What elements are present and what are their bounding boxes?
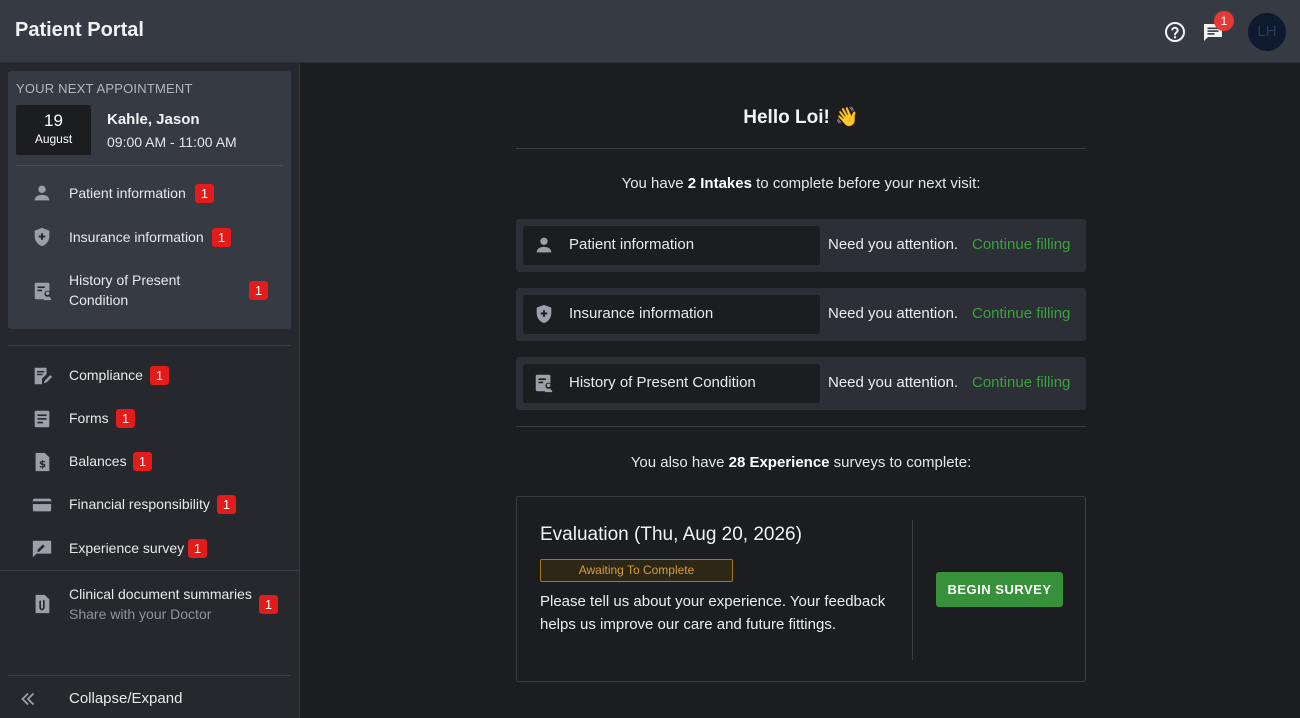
credit-card-icon (32, 498, 52, 512)
sidebar-item-sublabel: Share with your Doctor (69, 606, 212, 622)
avatar[interactable]: LH (1248, 13, 1286, 51)
count-badge: 1 (259, 595, 278, 614)
divider (8, 345, 291, 346)
main-content: Hello Loi! 👋 You have 2 Intakes to compl… (301, 63, 1300, 718)
count-badge: 1 (249, 281, 268, 300)
sidebar-item-label: History of Present Condition (69, 272, 181, 308)
double-chevron-left-icon (21, 692, 35, 706)
intakes-summary: You have 2 Intakes to complete before yo… (301, 175, 1300, 192)
sidebar-item-insurance-information[interactable]: Insurance information 1 (0, 214, 290, 258)
doctor-name: Kahle, Jason (107, 111, 200, 128)
shield-icon (536, 304, 552, 324)
surveys-summary-after: surveys to complete: (829, 454, 972, 471)
person-icon (536, 237, 552, 253)
sidebar-item-label: Compliance (69, 367, 143, 383)
begin-survey-button[interactable]: BEGIN SURVEY (936, 572, 1063, 607)
top-bar: Patient Portal 1 LH (0, 0, 1300, 63)
dollar-icon: $ (35, 452, 50, 472)
sidebar-item-label: Forms (69, 410, 109, 426)
feedback-icon (32, 540, 52, 558)
appointment-month: August (34, 132, 73, 146)
sidebar-item-label: Balances (69, 453, 127, 469)
clinical-history-icon (34, 282, 52, 301)
sidebar-item-history-of-present-condition[interactable]: History of Present Condition 1 (0, 263, 290, 319)
count-badge: 1 (150, 366, 169, 385)
attachment-doc-icon (35, 594, 50, 614)
sidebar-item-compliance[interactable]: Compliance 1 (0, 353, 290, 396)
survey-card: Evaluation (Thu, Aug 20, 2026) Awaiting … (516, 496, 1086, 682)
sidebar-item-experience-survey[interactable]: Experience survey 1 (0, 527, 290, 570)
intake-row-insurance-information: Insurance information Need you attention… (516, 288, 1086, 341)
sidebar-item-clinical-document-summaries[interactable]: Clinical document summaries Share with y… (0, 577, 290, 631)
sidebar-item-label: Patient information (69, 185, 186, 201)
status-badge: Awaiting To Complete (540, 559, 733, 582)
sidebar-item-patient-information[interactable]: Patient information 1 (0, 170, 290, 214)
appointment-day: 19 (44, 111, 63, 130)
intake-name: History of Present Condition (569, 374, 756, 391)
count-badge: 1 (116, 409, 135, 428)
appointment-time: 09:00 AM - 11:00 AM (107, 134, 237, 150)
divider (516, 148, 1086, 149)
svg-text:$: $ (39, 460, 46, 471)
person-icon (34, 185, 50, 201)
sidebar-item-financial-responsibility[interactable]: Financial responsibility 1 (0, 483, 290, 526)
survey-title: Evaluation (Thu, Aug 20, 2026) (540, 524, 802, 545)
intake-row-history-of-present-condition: History of Present Condition Need you at… (516, 357, 1086, 410)
intakes-summary-after: to complete before your next visit: (751, 175, 981, 192)
appointment-date: 19 August (16, 105, 91, 155)
surveys-summary: You also have 28 Experience surveys to c… (301, 454, 1300, 471)
continue-filling-link[interactable]: Continue filling (972, 305, 1070, 322)
appointment-heading: YOUR NEXT APPOINTMENT (16, 81, 193, 96)
sidebar-item-balances[interactable]: $ Balances 1 (0, 440, 290, 483)
sidebar-item-forms[interactable]: Forms 1 (0, 397, 290, 440)
intakes-count: 2 Intakes (687, 175, 752, 192)
shield-icon (34, 227, 50, 247)
intake-status: Need you attention. (828, 236, 959, 253)
sidebar-item-label: Clinical document summaries (69, 586, 252, 602)
divider (0, 570, 299, 571)
help-icon[interactable] (1163, 20, 1187, 44)
sidebar-item-label: Insurance information (69, 229, 204, 245)
divider (8, 675, 291, 676)
notification-badge: 1 (1214, 11, 1234, 31)
intake-name-box: Insurance information (523, 295, 820, 334)
surveys-count: 28 Experience (728, 454, 830, 471)
intake-name: Insurance information (569, 305, 714, 322)
form-icon (34, 410, 50, 428)
intake-name: Patient information (569, 236, 695, 253)
sidebar-item-label: Financial responsibility (69, 496, 210, 512)
divider (16, 165, 283, 166)
intake-name-box: Patient information (523, 226, 820, 265)
divider (516, 426, 1086, 427)
compliance-icon (34, 367, 53, 385)
continue-filling-link[interactable]: Continue filling (972, 374, 1070, 391)
app-title: Patient Portal (15, 19, 144, 41)
intake-status: Need you attention. (828, 374, 959, 391)
sidebar: YOUR NEXT APPOINTMENT 19 August Kahle, J… (0, 63, 300, 718)
intake-status: Need you attention. (828, 305, 959, 322)
count-badge: 1 (133, 452, 152, 471)
continue-filling-link[interactable]: Continue filling (972, 236, 1070, 253)
greeting: Hello Loi! 👋 (743, 107, 859, 128)
count-badge: 1 (188, 539, 207, 558)
count-badge: 1 (212, 228, 231, 247)
surveys-summary-before: You also have (630, 454, 729, 471)
intakes-summary-before: You have (621, 175, 688, 192)
clinical-history-icon (535, 374, 553, 393)
collapse-expand-label: Collapse/Expand (69, 690, 183, 707)
count-badge: 1 (195, 184, 214, 203)
sidebar-item-label: Experience survey (69, 540, 185, 556)
intake-name-box: History of Present Condition (523, 364, 820, 403)
collapse-expand-button[interactable]: Collapse/Expand (0, 683, 290, 715)
divider (912, 520, 913, 660)
survey-description: Please tell us about your experience. Yo… (540, 593, 886, 633)
intake-row-patient-information: Patient information Need you attention. … (516, 219, 1086, 272)
count-badge: 1 (217, 495, 236, 514)
